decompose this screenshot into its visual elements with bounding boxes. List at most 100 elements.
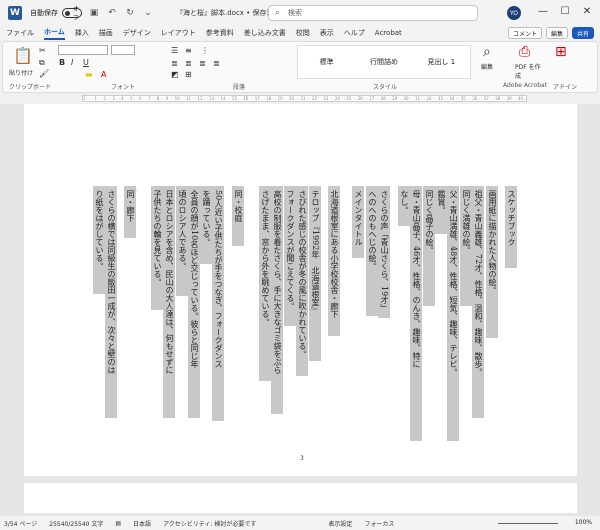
zoom-slider[interactable] <box>498 523 558 524</box>
script-line: へのへのもへじの絵。 <box>366 186 378 316</box>
script-line: 祖父・青山義雄、72才、性格、温和、趣味、散歩。 <box>472 186 484 418</box>
font-group-label: フォント <box>111 84 136 91</box>
font-color-icon[interactable]: A <box>101 70 106 79</box>
shading-icon[interactable]: ◩ <box>171 70 179 79</box>
customize-toolbar-icon[interactable]: ⌄ <box>142 8 154 18</box>
search-placeholder: 検索 <box>288 9 303 17</box>
script-line: り紙をはがしている。 <box>93 186 105 294</box>
clipboard-group-label: クリップボード <box>9 84 52 91</box>
comment-button[interactable]: コメント <box>507 27 542 39</box>
menu-bar: ファイル ホーム 挿入 描画 デザイン レイアウト 参考資料 差し込み文書 校閲… <box>0 26 600 40</box>
bold-icon[interactable]: B <box>59 58 65 67</box>
style-heading-1[interactable]: 見出し 1 <box>413 57 470 67</box>
tab-layout[interactable]: レイアウト <box>161 28 196 39</box>
user-avatar[interactable]: YO <box>507 6 521 20</box>
paste-label[interactable]: 貼り付け <box>9 68 33 77</box>
page-number: 3 <box>300 455 304 462</box>
script-line: さくらの声「青山さくら、19才」 <box>378 186 390 318</box>
script-line: さげたまま、窓から外を眺めている。 <box>259 186 271 381</box>
create-pdf-icon[interactable]: ⎙ <box>519 44 530 60</box>
multilevel-icon[interactable]: ⋮ <box>201 46 209 55</box>
accessibility-status[interactable]: アクセシビリティ: 検討が必要です <box>163 519 256 528</box>
italic-icon[interactable]: I <box>71 58 73 67</box>
script-line: メインタイトル <box>352 186 364 258</box>
styles-gallery[interactable]: 標準 行間詰め 見出し 1 <box>297 45 471 79</box>
maximize-icon[interactable]: ☐ <box>558 6 572 17</box>
styles-group-label: スタイル <box>373 84 398 91</box>
tab-review[interactable]: 校閲 <box>296 28 310 39</box>
style-normal[interactable]: 標準 <box>298 57 355 67</box>
bullets-icon[interactable]: ☰ <box>171 46 178 55</box>
ribbon: 📋 貼り付け ✂ ⧉ 🖌 クリップボード B I U A ▬ フォント ☰ ≡ … <box>2 41 598 93</box>
align-center-icon[interactable]: ≣ <box>185 59 192 68</box>
save-icon[interactable]: ▣ <box>88 8 100 18</box>
tab-file[interactable]: ファイル <box>6 28 34 39</box>
undo-icon[interactable]: ↶ <box>106 8 118 18</box>
close-icon[interactable]: ✕ <box>580 6 594 17</box>
script-line: なし。 <box>398 186 410 226</box>
focus-mode[interactable]: フォーカス <box>364 519 394 528</box>
search-box[interactable]: ⌕ 検索 <box>268 5 478 21</box>
page-count[interactable]: 3/54 ページ <box>4 519 37 528</box>
script-line: 同じく満雄の絵。 <box>460 186 472 306</box>
style-no-spacing[interactable]: 行間詰め <box>355 57 412 67</box>
document-name[interactable]: 『海と桜』脚本.docx • 保存済み <box>176 8 281 18</box>
tab-home[interactable]: ホーム <box>44 27 65 40</box>
script-line: フォークダンスが聞こえてくる。 <box>284 186 296 326</box>
script-line: 父・青山満雄、48才、性格、短気、趣味、テレビ。 <box>447 186 459 441</box>
tab-help[interactable]: ヘルプ <box>344 28 365 39</box>
tab-view[interactable]: 表示 <box>320 28 334 39</box>
edit-mode-button[interactable]: 編集 <box>545 27 568 39</box>
font-size-box[interactable] <box>111 45 135 55</box>
script-line: 母・青山晶子、46才、性格、のんき、趣味、特に <box>410 186 422 441</box>
addin-icon[interactable]: ⊞ <box>555 44 567 60</box>
justify-icon[interactable]: ≣ <box>213 59 220 68</box>
highlight-icon[interactable]: ▬ <box>85 70 93 79</box>
word-count[interactable]: 25540/25540 文字 <box>49 519 103 528</box>
align-left-icon[interactable]: ≣ <box>171 59 178 68</box>
tab-acrobat[interactable]: Acrobat <box>375 29 402 38</box>
zoom-level[interactable]: 100% <box>575 519 592 526</box>
next-page[interactable] <box>24 483 577 513</box>
word-logo-icon: W <box>8 6 22 20</box>
font-name-box[interactable] <box>58 45 108 55</box>
share-button[interactable]: 共有 <box>571 27 594 39</box>
tab-insert[interactable]: 挿入 <box>75 28 89 39</box>
numbering-icon[interactable]: ≡ <box>185 46 192 55</box>
editing-label[interactable]: 編集 <box>481 62 493 71</box>
acrobat-group-label: Adobe Acrobat <box>503 82 548 89</box>
proofing-icon[interactable]: ▤ <box>115 520 121 527</box>
tab-design[interactable]: デザイン <box>123 28 151 39</box>
paste-icon[interactable]: 📋 <box>13 46 33 65</box>
autosave-toggle[interactable]: オフ <box>62 6 82 22</box>
tab-references[interactable]: 参考資料 <box>206 28 234 39</box>
script-line: 50人近い子供たちが手をつなぎ、フォークダンス <box>212 186 224 421</box>
find-icon[interactable]: ⌕ <box>483 44 491 60</box>
borders-icon[interactable]: ⊞ <box>185 70 192 79</box>
autosave-label: 自動保存 <box>30 9 58 17</box>
cut-icon[interactable]: ✂ <box>39 46 46 55</box>
paragraph-group-label: 段落 <box>233 84 246 91</box>
autosave-state: オフ <box>73 6 80 22</box>
script-line: を踊っている。 <box>200 186 212 264</box>
tab-draw[interactable]: 描画 <box>99 28 113 39</box>
scene-heading: スケッチブック <box>505 186 517 268</box>
redo-icon[interactable]: ↻ <box>124 8 136 18</box>
format-painter-icon[interactable]: 🖌 <box>39 69 49 78</box>
script-line: 鑑賞。 <box>435 186 447 234</box>
scene-heading: 北海道根室にある小学校校舎・廊下 <box>328 186 340 336</box>
underline-icon[interactable]: U <box>83 58 89 67</box>
script-line: 子供たちの輪を見ている。 <box>151 186 163 310</box>
scene-heading: 同・校庭 <box>232 186 244 246</box>
script-line: さくらの横では同級生の飯田一成が、次々と壁のは <box>105 186 117 418</box>
language[interactable]: 日本語 <box>133 519 151 528</box>
horizontal-ruler[interactable]: 1 · · · 1 · · 2 · · 3 · · 4 · · 5 · · 6 … <box>82 95 527 102</box>
create-pdf-label[interactable]: PDF を作成 <box>515 62 541 80</box>
display-settings[interactable]: 表示設定 <box>328 519 352 528</box>
minimize-icon[interactable]: — <box>536 6 550 17</box>
script-line: 頃のロシア人である。 <box>176 186 188 296</box>
copy-icon[interactable]: ⧉ <box>39 58 45 68</box>
align-right-icon[interactable]: ≣ <box>199 59 206 68</box>
addin-group-label: アドイン <box>553 84 578 91</box>
tab-mailings[interactable]: 差し込み文書 <box>244 28 286 39</box>
